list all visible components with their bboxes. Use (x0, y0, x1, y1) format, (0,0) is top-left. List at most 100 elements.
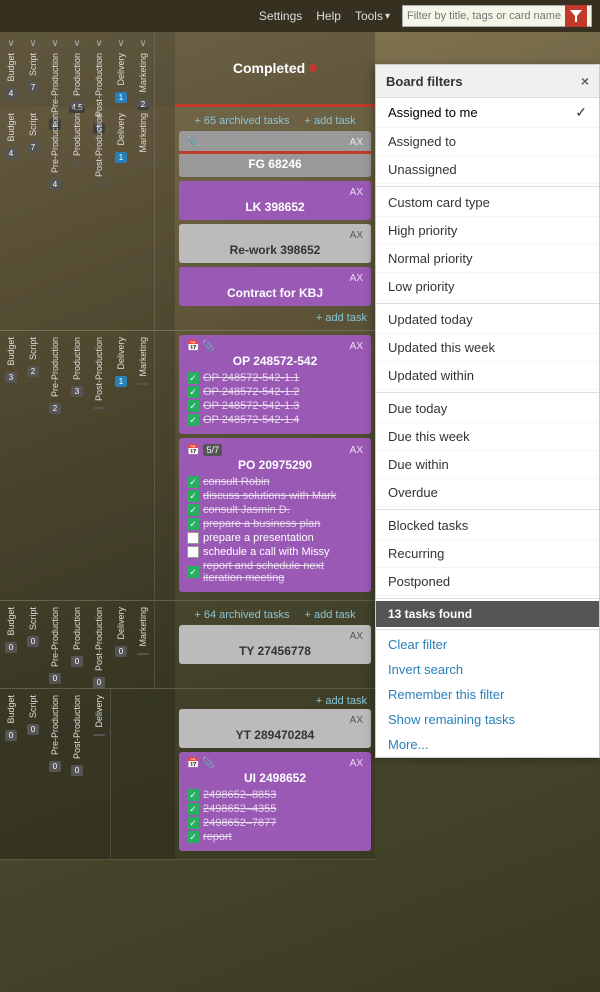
filter-item-assigned-to-me[interactable]: Assigned to me ✓ (376, 98, 599, 128)
task-cb[interactable] (187, 386, 199, 398)
completed-header: Completed (175, 32, 375, 107)
card-ui[interactable]: 📅 📎 AX UI 2498652 2498652–8853 2498652–4… (179, 752, 371, 851)
add-task-bar-1[interactable]: + add task (179, 310, 371, 326)
filter-item-updated-within[interactable]: Updated within (376, 362, 599, 390)
filter-more-action[interactable]: More... (376, 732, 599, 757)
col-group-1-header: ∨ Budget 4 ∨ Script 7 ∨ Pre-Production 4 (0, 32, 155, 107)
filter-item-recurring[interactable]: Recurring (376, 540, 599, 568)
filter-item-unassigned[interactable]: Unassigned (376, 156, 599, 184)
task-cb[interactable] (187, 789, 199, 801)
card-po-icons: 📅 5/7 (187, 444, 222, 456)
col-delivery-header: ∨ Delivery 1 (110, 32, 132, 107)
card-yt[interactable]: AX YT 289470284 (179, 709, 371, 748)
filter-divider-1 (376, 186, 599, 187)
task-cb[interactable] (187, 476, 199, 488)
settings-link[interactable]: Settings (259, 9, 302, 23)
card-ui-tasks: 2498652–8853 2498652–4355 2498652–7877 r… (187, 789, 363, 843)
col-marketing-header: ∨ Marketing 2 (132, 32, 154, 107)
filter-item-custom-card-type[interactable]: Custom card type (376, 189, 599, 217)
card-ui-icons: 📅 📎 (187, 758, 215, 769)
topbar: Settings Help Tools ▾ (0, 0, 600, 32)
vlabel-group-4: Budget0 Script0 Pre-Production0 Post-Pro… (0, 689, 111, 859)
row-left-1: Budget4 Script7 Pre-Production4 Producti… (0, 107, 175, 330)
task-cb[interactable] (187, 504, 199, 516)
card-fg[interactable]: 📎 AX FG 68246 (179, 131, 371, 177)
filter-item-overdue[interactable]: Overdue (376, 479, 599, 507)
card-ty[interactable]: AX TY 27456778 (179, 625, 371, 664)
archive-bar-1[interactable]: + 65 archived tasks + add task (179, 111, 371, 131)
budget-caret[interactable]: ∨ (7, 38, 14, 49)
task-cb[interactable] (187, 414, 199, 426)
col-preprod-header: ∨ Pre-Production 4 (44, 32, 66, 107)
row-block-4: Budget0 Script0 Pre-Production0 Post-Pro… (0, 689, 375, 860)
search-input[interactable] (403, 10, 565, 22)
postprod-caret[interactable]: ∨ (95, 38, 102, 49)
task-cb[interactable] (187, 546, 199, 558)
filter-item-high-priority[interactable]: High priority (376, 217, 599, 245)
preprod-caret[interactable]: ∨ (51, 38, 58, 49)
vlabel-group-2: Budget3 Script2 Pre-Production2 Producti… (0, 331, 155, 600)
card-contract[interactable]: AX Contract for KBJ (179, 267, 371, 306)
filter-divider-2 (376, 303, 599, 304)
card-rework[interactable]: AX Re-work 398652 (179, 224, 371, 263)
filter-item-updated-this-week[interactable]: Updated this week (376, 334, 599, 362)
filter-item-due-within[interactable]: Due within (376, 451, 599, 479)
card-po-title: PO 20975290 (187, 458, 363, 472)
row-left-2: Budget3 Script2 Pre-Production2 Producti… (0, 331, 175, 600)
vlabel-group-3: Budget0 Script0 Pre-Production0 Producti… (0, 601, 155, 688)
topbar-nav: Settings Help Tools ▾ (259, 9, 390, 23)
filter-item-due-today[interactable]: Due today (376, 395, 599, 423)
card-fg-icons: 📎 (187, 137, 199, 148)
tools-menu[interactable]: Tools ▾ (355, 9, 390, 23)
filter-title: Board filters (386, 74, 463, 89)
filter-item-blocked-tasks[interactable]: Blocked tasks (376, 512, 599, 540)
filter-item-assigned-to[interactable]: Assigned to (376, 128, 599, 156)
card-ty-title: TY 27456778 (187, 644, 363, 658)
col-postprod-header: ∨ Post-Production 5 (88, 32, 110, 107)
task-cb[interactable] (187, 566, 199, 578)
task-cb[interactable] (187, 831, 199, 843)
row-block-2: Budget3 Script2 Pre-Production2 Producti… (0, 331, 375, 601)
row-right-3: + 64 archived tasks + add task AX TY 274… (175, 601, 375, 688)
filter-divider-6 (376, 629, 599, 630)
card-lk[interactable]: AX LK 398652 (179, 181, 371, 220)
filter-item-due-this-week[interactable]: Due this week (376, 423, 599, 451)
row-right-4: + add task AX YT 289470284 📅 📎 AX UI 249 (175, 689, 375, 859)
row-left-3: Budget0 Script0 Pre-Production0 Producti… (0, 601, 175, 688)
task-cb[interactable] (187, 532, 199, 544)
delivery-caret[interactable]: ∨ (117, 38, 124, 49)
script-caret[interactable]: ∨ (29, 38, 36, 49)
filter-invert-action[interactable]: Invert search (376, 657, 599, 682)
task-cb[interactable] (187, 372, 199, 384)
add-task-bar-3[interactable]: + add task (179, 693, 371, 709)
filter-divider-3 (376, 392, 599, 393)
task-cb[interactable] (187, 518, 199, 530)
filter-remember-action[interactable]: Remember this filter (376, 682, 599, 707)
archive-bar-2[interactable]: + 64 archived tasks + add task (179, 605, 371, 625)
help-link[interactable]: Help (316, 9, 341, 23)
task-cb[interactable] (187, 490, 199, 502)
filter-show-remaining-action[interactable]: Show remaining tasks (376, 707, 599, 732)
card-op-title: OP 248572-542 (187, 354, 363, 368)
task-cb[interactable] (187, 817, 199, 829)
filter-item-low-priority[interactable]: Low priority (376, 273, 599, 301)
marketing-caret[interactable]: ∨ (139, 38, 146, 49)
col-prod-header: ∨ Production 4,5 (66, 32, 88, 107)
prod-caret[interactable]: ∨ (73, 38, 80, 49)
card-po[interactable]: 📅 5/7 AX PO 20975290 consult Robin discu… (179, 438, 371, 592)
filter-item-updated-today[interactable]: Updated today (376, 306, 599, 334)
task-cb[interactable] (187, 400, 199, 412)
card-contract-title: Contract for KBJ (187, 286, 363, 300)
task-cb[interactable] (187, 803, 199, 815)
col-script-header: ∨ Script 7 (22, 32, 44, 107)
card-po-tasks: consult Robin discuss solutions with Mar… (187, 476, 363, 584)
filter-close-button[interactable]: × (581, 73, 589, 89)
filter-divider-5 (376, 598, 599, 599)
filter-item-postponed[interactable]: Postponed (376, 568, 599, 596)
filter-item-normal-priority[interactable]: Normal priority (376, 245, 599, 273)
card-op[interactable]: 📅 📎 AX OP 248572-542 OP 248572-542-1.1 O… (179, 335, 371, 434)
search-filter-button[interactable] (565, 5, 587, 27)
row-block-1: Budget4 Script7 Pre-Production4 Producti… (0, 107, 375, 331)
card-op-tasks: OP 248572-542-1.1 OP 248572-542-1.2 OP 2… (187, 372, 363, 426)
filter-clear-action[interactable]: Clear filter (376, 632, 599, 657)
